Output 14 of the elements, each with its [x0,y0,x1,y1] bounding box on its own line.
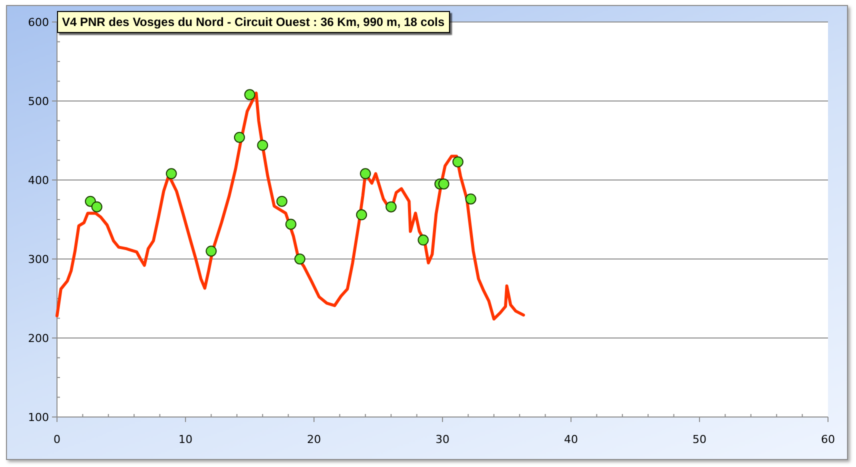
axis-label: 10 [178,433,192,446]
axis-label: 600 [28,16,49,29]
axis-label: 60 [821,433,835,446]
axis-label: 40 [564,433,578,446]
axis-label: 0 [54,433,60,446]
axis-label: 300 [28,253,49,266]
axis-label: 200 [28,332,49,345]
axis-label: 20 [307,433,321,446]
axis-label: 50 [692,433,706,446]
axis-label: 30 [436,433,450,446]
axis-label: 500 [28,95,49,108]
axis-label: 400 [28,174,49,187]
axis-label: 100 [28,411,49,424]
chart-title: V4 PNR des Vosges du Nord - Circuit Ouest : 36 Km, 990 m, 18 cols [57,11,450,33]
